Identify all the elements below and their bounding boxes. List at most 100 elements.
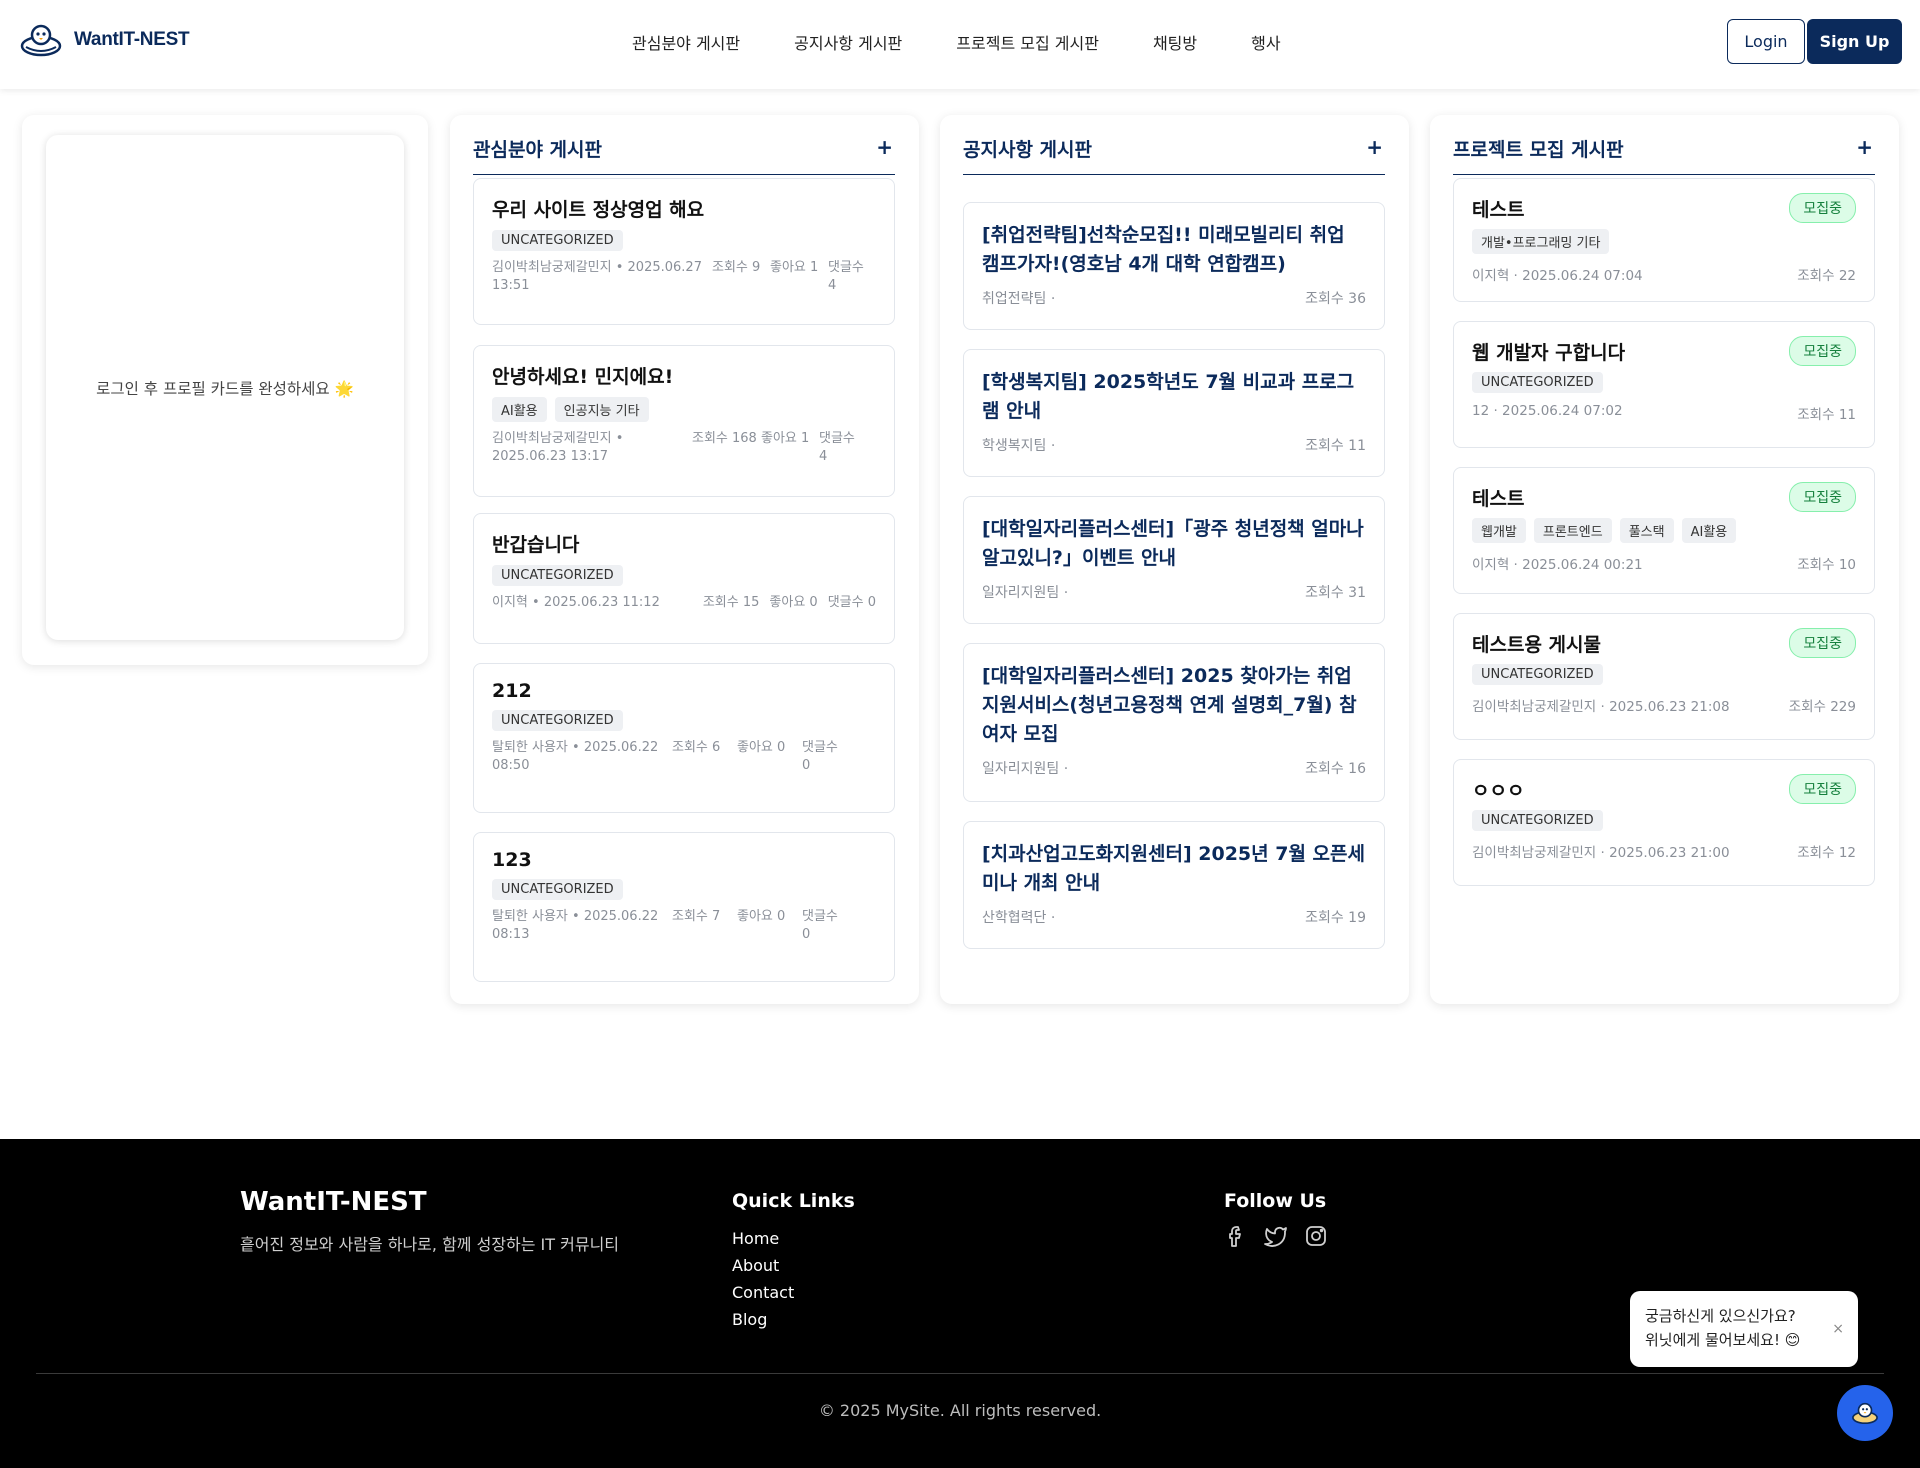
project-tag: 개발•프로그래밍 기타: [1472, 229, 1610, 254]
close-icon[interactable]: ×: [1832, 1317, 1844, 1341]
project-card[interactable]: 테스트 모집중 개발•프로그래밍 기타 이지혁 · 2025.06.24 07:…: [1453, 178, 1875, 302]
status-badge: 모집중: [1789, 482, 1856, 512]
footer-link-contact[interactable]: Contact: [732, 1279, 794, 1306]
footer-tagline: 흩어진 정보와 사람을 하나로, 함께 성장하는 IT 커뮤니티: [240, 1235, 620, 1254]
project-title: 웹 개발자 구합니다: [1472, 341, 1626, 364]
notice-team: 일자리지원팀 ·: [982, 761, 1069, 777]
logo[interactable]: WantIT-NEST: [20, 22, 190, 58]
site-header: WantIT-NEST 관심분야 게시판 공지사항 게시판 프로젝트 모집 게시…: [0, 0, 1920, 89]
post-comments: 댓글수 0: [802, 740, 838, 773]
add-project-post-icon[interactable]: +: [1856, 135, 1873, 159]
post-likes: 좋아요 0: [769, 595, 818, 610]
status-badge: 모집중: [1789, 336, 1856, 366]
project-tag: UNCATEGORIZED: [1472, 810, 1603, 831]
notice-card[interactable]: [취업전략팀]선착순모집!! 미래모빌리티 취업 캠프가자!(영호남 4개 대학…: [963, 202, 1385, 330]
footer-link-home[interactable]: Home: [732, 1225, 794, 1252]
project-author-date: 이지혁 · 2025.06.24 07:04: [1472, 268, 1643, 284]
post-tag: 인공지능 기타: [554, 397, 649, 422]
login-button[interactable]: Login: [1727, 19, 1805, 64]
post-card[interactable]: 안녕하세요! 민지에요! AI활용 인공지능 기타 김이박최남궁제갈민지 • 2…: [473, 345, 895, 497]
notice-views: 조회수 16: [1305, 761, 1366, 777]
footer-link-about[interactable]: About: [732, 1252, 794, 1279]
post-card[interactable]: 123 UNCATEGORIZED 탈퇴한 사용자 • 2025.06.22 0…: [473, 832, 895, 982]
post-card[interactable]: 212 UNCATEGORIZED 탈퇴한 사용자 • 2025.06.22 0…: [473, 663, 895, 813]
nest-logo-icon: [20, 24, 62, 57]
project-views: 조회수 12: [1797, 845, 1856, 861]
project-card[interactable]: ㅇㅇㅇ 모집중 UNCATEGORIZED 김이박최남궁제갈민지 · 2025.…: [1453, 759, 1875, 886]
post-card[interactable]: 반갑습니다 UNCATEGORIZED 이지혁 • 2025.06.23 11:…: [473, 513, 895, 644]
signup-button[interactable]: Sign Up: [1807, 19, 1902, 64]
post-title: 우리 사이트 정상영업 해요: [492, 199, 705, 221]
brand-name: WantIT-NEST: [74, 29, 190, 50]
interest-board-title[interactable]: 관심분야 게시판: [473, 135, 602, 162]
notice-board-header: 공지사항 게시판 +: [963, 135, 1385, 175]
nav-interest-board[interactable]: 관심분야 게시판: [632, 30, 740, 54]
twitter-icon[interactable]: [1264, 1224, 1288, 1248]
notice-card[interactable]: [대학일자리플러스센터]「광주 청년정책 얼마나 알고있니?」이벤트 안내 일자…: [963, 496, 1385, 624]
nav-project-board[interactable]: 프로젝트 모집 게시판: [956, 30, 1099, 54]
copyright: © 2025 MySite. All rights reserved.: [818, 1401, 1102, 1420]
project-card[interactable]: 테스트 모집중 웹개발 프론트엔드 풀스택 AI활용 이지혁 · 2025.06…: [1453, 467, 1875, 594]
notice-views: 조회수 19: [1305, 910, 1366, 926]
project-author-date: 김이박최남궁제갈민지 · 2025.06.23 21:00: [1472, 845, 1730, 861]
notice-title: [치과산업고도화지원센터] 2025년 7월 오픈세미나 개최 안내: [982, 843, 1365, 894]
project-tag: UNCATEGORIZED: [1472, 664, 1603, 685]
status-badge: 모집중: [1789, 628, 1856, 658]
post-views: 조회수 7: [672, 909, 721, 924]
project-board-title[interactable]: 프로젝트 모집 게시판: [1453, 135, 1624, 162]
project-views: 조회수 11: [1797, 407, 1856, 423]
instagram-icon[interactable]: [1304, 1224, 1328, 1248]
post-views: 조회수 15: [702, 595, 760, 610]
chat-prompt-line-2: 위닛에게 물어보세요! 😊: [1645, 1331, 1801, 1349]
post-author-date: 김이박최남궁제갈민지 • 2025.06.23 13:17: [492, 431, 624, 464]
post-comments: 댓글수 0: [802, 909, 838, 942]
notice-title: [대학일자리플러스센터]「광주 청년정책 얼마나 알고있니?」이벤트 안내: [982, 518, 1364, 569]
post-views: 조회수 6: [672, 740, 721, 755]
post-card[interactable]: 우리 사이트 정상영업 해요 UNCATEGORIZED 김이박최남궁제갈민지 …: [473, 178, 895, 325]
profile-card[interactable]: 로그인 후 프로필 카드를 완성하세요 🌟: [46, 135, 404, 640]
project-views: 조회수 10: [1797, 557, 1856, 573]
notice-views: 조회수 36: [1305, 291, 1366, 307]
notice-card[interactable]: [대학일자리플러스센터] 2025 찾아가는 취업지원서비스(청년고용정책 연계…: [963, 643, 1385, 802]
notice-team: 일자리지원팀 ·: [982, 585, 1069, 601]
interest-board-header: 관심분야 게시판 +: [473, 135, 895, 175]
project-tag: 웹개발: [1472, 518, 1526, 543]
chat-prompt-line-1: 궁금하신게 있으신가요?: [1645, 1307, 1796, 1325]
chatbot-button[interactable]: [1837, 1385, 1893, 1441]
project-tag: AI활용: [1681, 518, 1737, 543]
post-title: 212: [492, 680, 532, 702]
interest-board-panel: 관심분야 게시판 + 우리 사이트 정상영업 해요 UNCATEGORIZED …: [450, 115, 919, 1004]
post-views: 조회수 168: [692, 431, 757, 446]
quick-links: Home About Contact Blog: [732, 1225, 794, 1333]
post-likes: 좋아요 1: [761, 431, 810, 446]
follow-us-title: Follow Us: [1224, 1190, 1327, 1212]
project-title: 테스트용 게시물: [1472, 633, 1601, 656]
post-comments: 댓글수 4: [819, 431, 855, 464]
status-badge: 모집중: [1789, 774, 1856, 804]
notice-title: [대학일자리플러스센터] 2025 찾아가는 취업지원서비스(청년고용정책 연계…: [982, 665, 1357, 745]
chat-prompt-bubble[interactable]: 궁금하신게 있으신가요? 위닛에게 물어보세요! 😊 ×: [1630, 1291, 1858, 1367]
notice-card[interactable]: [학생복지팀] 2025학년도 7월 비교과 프로그램 안내 학생복지팀 · 조…: [963, 349, 1385, 477]
nav-notice-board[interactable]: 공지사항 게시판: [794, 30, 902, 54]
nav-chat-room[interactable]: 채팅방: [1153, 30, 1197, 54]
add-interest-post-icon[interactable]: +: [876, 135, 893, 159]
footer-link-blog[interactable]: Blog: [732, 1306, 794, 1333]
post-views: 조회수 9: [712, 260, 761, 275]
nav-events[interactable]: 행사: [1251, 30, 1280, 54]
project-title: 테스트: [1472, 198, 1525, 221]
notice-views: 조회수 11: [1305, 438, 1366, 454]
project-tag: UNCATEGORIZED: [1472, 372, 1603, 393]
notice-card[interactable]: [치과산업고도화지원센터] 2025년 7월 오픈세미나 개최 안내 산학협력단…: [963, 821, 1385, 949]
facebook-icon[interactable]: [1224, 1224, 1248, 1248]
project-title: ㅇㅇㅇ: [1472, 779, 1525, 802]
project-tag: 풀스택: [1619, 518, 1674, 543]
notice-views: 조회수 31: [1305, 585, 1366, 601]
notice-title: [취업전략팀]선착순모집!! 미래모빌리티 취업 캠프가자!(영호남 4개 대학…: [982, 224, 1345, 275]
add-notice-post-icon[interactable]: +: [1366, 135, 1383, 159]
project-card[interactable]: 웹 개발자 구합니다 모집중 UNCATEGORIZED 12 · 2025.0…: [1453, 321, 1875, 448]
project-card[interactable]: 테스트용 게시물 모집중 UNCATEGORIZED 김이박최남궁제갈민지 · …: [1453, 613, 1875, 740]
notice-team: 산학협력단 ·: [982, 910, 1056, 926]
main-nav: 관심분야 게시판 공지사항 게시판 프로젝트 모집 게시판 채팅방 행사: [632, 30, 1335, 54]
post-author-date: 탈퇴한 사용자 • 2025.06.22 08:13: [492, 909, 659, 942]
notice-board-title[interactable]: 공지사항 게시판: [963, 135, 1092, 162]
